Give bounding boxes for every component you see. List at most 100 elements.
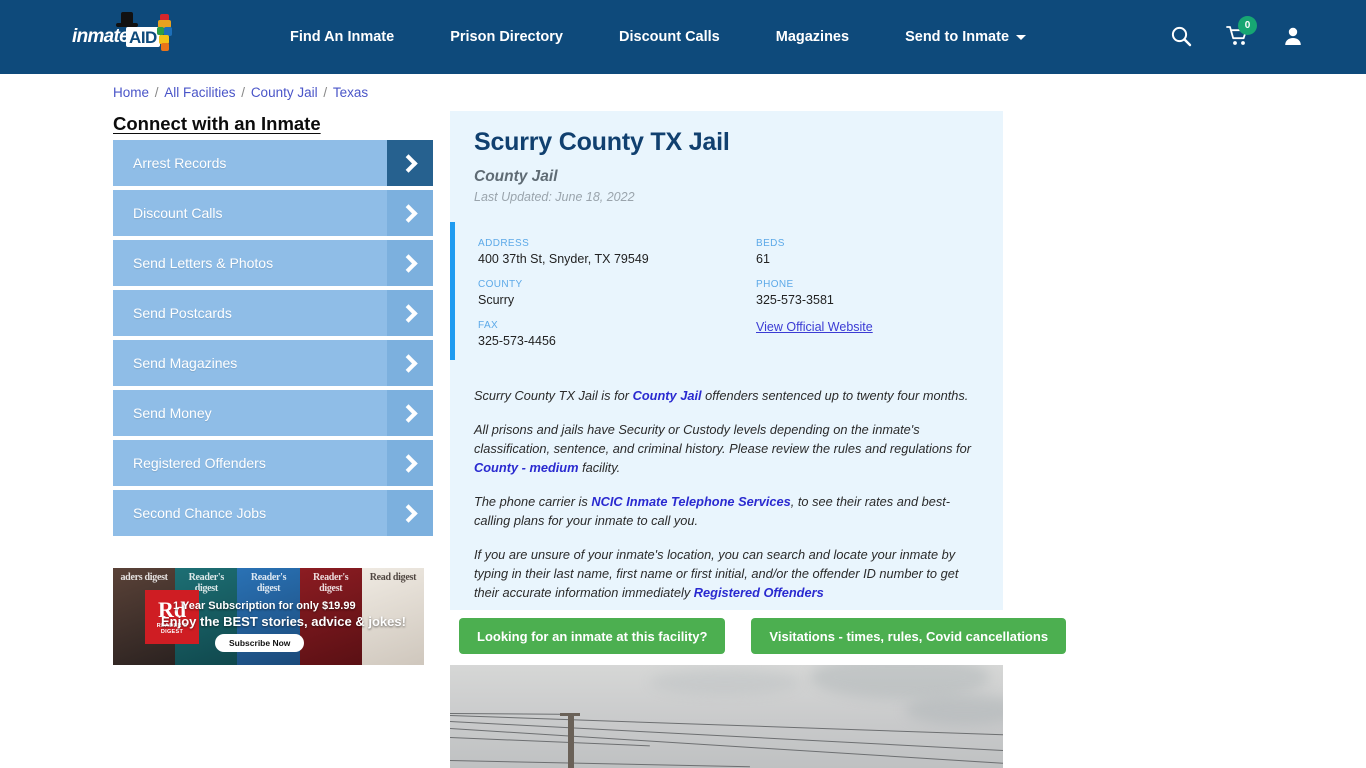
- info-field-address: ADDRESS 400 37th St, Snyder, TX 79549: [478, 238, 758, 266]
- logo-wordmark: inmate: [72, 26, 130, 47]
- facility-type-subtitle: County Jail: [474, 168, 558, 185]
- nav-link-prison-directory[interactable]: Prison Directory: [422, 0, 591, 74]
- cloud-shape: [810, 665, 990, 699]
- nav-link-label: Magazines: [775, 29, 850, 45]
- looking-for-inmate-button[interactable]: Looking for an inmate at this facility?: [459, 618, 726, 654]
- last-updated-text: Last Updated: June 18, 2022: [474, 190, 635, 204]
- ad-subscribe-button[interactable]: Subscribe Now: [215, 634, 305, 652]
- nav-link-discount-calls[interactable]: Discount Calls: [591, 0, 748, 74]
- sidebar-item-label: Arrest Records: [133, 155, 227, 171]
- chevron-right-icon: [387, 190, 433, 236]
- desc-text: offenders sentenced up to twenty four mo…: [701, 388, 969, 403]
- breadcrumb-item-all-facilities[interactable]: All Facilities: [164, 85, 235, 100]
- sidebar-item-label: Discount Calls: [133, 205, 223, 221]
- sidebar-item-label: Send Postcards: [133, 305, 232, 321]
- user-account-icon[interactable]: [1282, 25, 1304, 49]
- info-label: FAX: [478, 320, 499, 331]
- sidebar-item-second-chance-jobs[interactable]: Second Chance Jobs: [113, 490, 433, 536]
- info-column-left: ADDRESS 400 37th St, Snyder, TX 79549 CO…: [478, 238, 758, 361]
- breadcrumb-item-home[interactable]: Home: [113, 85, 149, 100]
- facility-description: Scurry County TX Jail is for County Jail…: [474, 386, 984, 617]
- sidebar-item-label: Send Money: [133, 405, 212, 421]
- info-field-county: COUNTY Scurry: [478, 279, 758, 307]
- colorful-bird-icon: [156, 14, 174, 54]
- page-title: Scurry County TX Jail: [474, 128, 730, 156]
- info-field-fax: FAX 325-573-4456: [478, 320, 758, 348]
- chevron-right-icon: [387, 390, 433, 436]
- chevron-right-icon: [387, 340, 433, 386]
- cloud-shape: [905, 695, 1003, 725]
- sidebar-item-arrest-records[interactable]: Arrest Records: [113, 140, 433, 186]
- breadcrumb-item-county-jail[interactable]: County Jail: [251, 85, 318, 100]
- chevron-right-icon: [387, 240, 433, 286]
- ad-cover-title: Reader's digest: [250, 572, 287, 594]
- link-county-jail[interactable]: County Jail: [633, 388, 702, 403]
- breadcrumb: Home / All Facilities / County Jail / Te…: [113, 85, 368, 100]
- main-nav-links: Find An Inmate Prison Directory Discount…: [262, 0, 1054, 74]
- info-accent-bar: [450, 222, 455, 360]
- description-paragraph-3: The phone carrier is NCIC Inmate Telepho…: [474, 492, 984, 530]
- info-value: 325-573-4456: [478, 334, 556, 348]
- nav-link-send-to-inmate[interactable]: Send to Inmate: [877, 0, 1054, 74]
- info-field-phone: PHONE 325-573-3581: [756, 279, 996, 307]
- link-registered-offenders[interactable]: Registered Offenders: [694, 585, 824, 600]
- cart-icon[interactable]: 0: [1226, 16, 1257, 49]
- sidebar-item-send-magazines[interactable]: Send Magazines: [113, 340, 433, 386]
- nav-link-magazines[interactable]: Magazines: [748, 0, 877, 74]
- sidebar-item-send-postcards[interactable]: Send Postcards: [113, 290, 433, 336]
- description-paragraph-4: If you are unsure of your inmate's locat…: [474, 545, 984, 602]
- nav-link-label: Discount Calls: [619, 29, 720, 45]
- readers-digest-ad-banner[interactable]: aders digest Reader's digest Reader's di…: [113, 568, 424, 665]
- desc-text: All prisons and jails have Security or C…: [474, 422, 971, 456]
- visitations-info-button[interactable]: Visitations - times, rules, Covid cancel…: [751, 618, 1067, 654]
- nav-link-label: Send to Inmate: [905, 29, 1010, 45]
- cart-count-badge: 0: [1238, 16, 1257, 35]
- info-column-right: BEDS 61 PHONE 325-573-3581 View Official…: [756, 238, 996, 347]
- cta-button-row: Looking for an inmate at this facility? …: [459, 618, 1067, 654]
- sidebar-item-label: Registered Offenders: [133, 455, 266, 471]
- info-value: 61: [756, 252, 770, 266]
- utility-pole: [568, 715, 574, 768]
- sidebar-menu: Arrest Records Discount Calls Send Lette…: [113, 140, 433, 540]
- chevron-right-icon: [387, 440, 433, 486]
- chevron-right-icon: [387, 140, 433, 186]
- breadcrumb-item-texas[interactable]: Texas: [333, 85, 368, 100]
- chevron-right-icon: [387, 290, 433, 336]
- search-icon[interactable]: [1170, 25, 1192, 49]
- info-label: PHONE: [756, 279, 794, 290]
- link-ncic-inmate-telephone-services[interactable]: NCIC Inmate Telephone Services: [591, 494, 790, 509]
- sidebar-item-send-money[interactable]: Send Money: [113, 390, 433, 436]
- power-line: [450, 760, 750, 768]
- sidebar-item-registered-offenders[interactable]: Registered Offenders: [113, 440, 433, 486]
- cloud-shape: [650, 669, 800, 695]
- info-label: BEDS: [756, 238, 785, 249]
- sidebar-item-label: Send Magazines: [133, 355, 238, 371]
- sidebar-item-label: Send Letters & Photos: [133, 255, 274, 271]
- nav-icon-group: 0: [1170, 0, 1304, 74]
- description-paragraph-2: All prisons and jails have Security or C…: [474, 420, 984, 477]
- info-value: 400 37th St, Snyder, TX 79549: [478, 252, 649, 266]
- ad-subheadline: Enjoy the BEST stories, advice & jokes!: [161, 614, 406, 629]
- sidebar-item-send-letters-photos[interactable]: Send Letters & Photos: [113, 240, 433, 286]
- breadcrumb-separator: /: [237, 85, 249, 100]
- link-county-medium[interactable]: County - medium: [474, 460, 579, 475]
- info-field-official-website: View Official Website: [756, 320, 996, 334]
- top-navigation-bar: inmate AID Find An Inmate Prison Director…: [0, 0, 1366, 74]
- info-value: Scurry: [478, 293, 515, 307]
- nav-link-label: Prison Directory: [450, 29, 564, 45]
- logo-aid-badge: AID: [126, 27, 160, 47]
- site-logo[interactable]: inmate AID: [72, 12, 192, 56]
- ad-cover-title: Reader's digest: [313, 572, 349, 594]
- nav-link-label: Find An Inmate: [290, 29, 395, 45]
- chevron-down-icon: [1016, 34, 1027, 40]
- nav-link-find-an-inmate[interactable]: Find An Inmate: [262, 0, 422, 74]
- info-value: 325-573-3581: [756, 293, 834, 307]
- ad-cover-title: Read digest: [369, 572, 417, 583]
- desc-text: Scurry County TX Jail is for: [474, 388, 633, 403]
- desc-text: facility.: [578, 460, 621, 475]
- top-hat-icon: [116, 12, 138, 28]
- sidebar-item-discount-calls[interactable]: Discount Calls: [113, 190, 433, 236]
- chevron-right-icon: [387, 490, 433, 536]
- facility-info-box: ADDRESS 400 37th St, Snyder, TX 79549 CO…: [450, 222, 1003, 360]
- view-official-website-link[interactable]: View Official Website: [756, 320, 873, 334]
